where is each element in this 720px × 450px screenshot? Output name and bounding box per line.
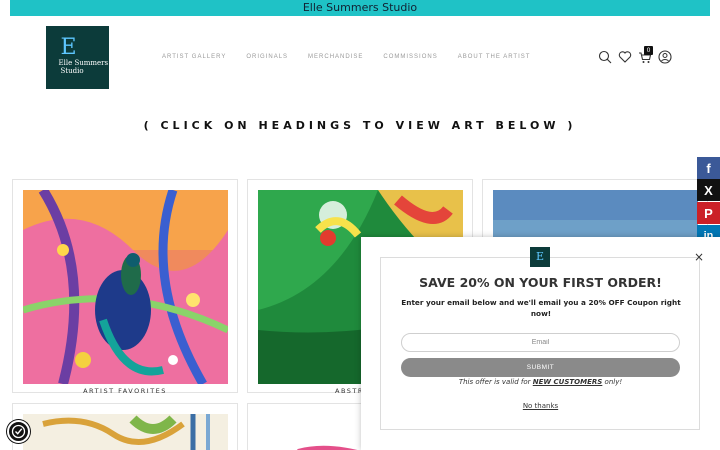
artwork-image[interactable] [23,190,228,384]
account-icon[interactable] [658,50,672,64]
accessibility-icon [11,424,26,439]
card-caption[interactable]: ARTIST FAVORITES [13,387,237,395]
nav-item-merchandise[interactable]: MERCHANDISE [308,54,363,60]
search-icon[interactable] [598,50,612,64]
nav-item-artist-gallery[interactable]: ARTIST GALLERY [162,54,226,60]
artwork-image[interactable] [23,414,228,450]
pinterest-share-button[interactable]: P [697,202,720,224]
facebook-share-button[interactable]: f [697,157,720,179]
popup-description: Enter your email below and we'll email y… [401,298,681,318]
logo-line-2: Studio [60,66,84,75]
cart-icon[interactable]: 0 [638,46,653,64]
nav-item-commissions[interactable]: COMMISSIONS [383,54,437,60]
cart-count-badge: 0 [644,46,653,55]
nav-item-about-the-artist[interactable]: ABOUT THE ARTIST [458,54,531,60]
main-nav: ARTIST GALLERY ORIGINALS MERCHANDISE COM… [162,54,550,60]
popup-title: SAVE 20% ON YOUR FIRST ORDER! [419,275,662,290]
facebook-icon: f [706,160,711,176]
logo-monogram: E [60,34,77,60]
pinterest-icon: P [704,205,713,221]
gallery-card[interactable] [12,403,238,450]
page-heading: ( CLICK ON HEADINGS TO VIEW ART BELOW ) [143,119,577,132]
popup-logo: E [530,247,550,267]
submit-button[interactable]: SUBMIT [401,358,680,377]
gallery-card[interactable]: ARTIST FAVORITES [12,179,238,395]
x-icon: X [704,182,713,198]
accessibility-button[interactable] [7,420,30,443]
offer-highlight: NEW CUSTOMERS [532,378,603,386]
header-icons: 0 [598,46,678,64]
no-thanks-link[interactable]: No thanks [361,402,720,410]
logo-line-1: Elle Summers [58,58,109,67]
offer-suffix: only! [602,378,623,386]
x-share-button[interactable]: X [697,179,720,201]
nav-item-originals[interactable]: ORIGINALS [246,54,288,60]
announcement-text: Elle Summers Studio [302,1,418,14]
heart-icon[interactable] [618,50,632,64]
announcement-bar: Elle Summers Studio [10,0,710,16]
offer-text: This offer is valid for NEW CUSTOMERS on… [361,378,720,386]
site-logo[interactable]: E Elle Summers Studio [46,26,109,89]
offer-prefix: This offer is valid for [458,378,533,386]
email-field[interactable] [401,333,680,352]
newsletter-popup: × E SAVE 20% ON YOUR FIRST ORDER! Enter … [361,237,720,450]
close-icon[interactable]: × [694,251,704,263]
